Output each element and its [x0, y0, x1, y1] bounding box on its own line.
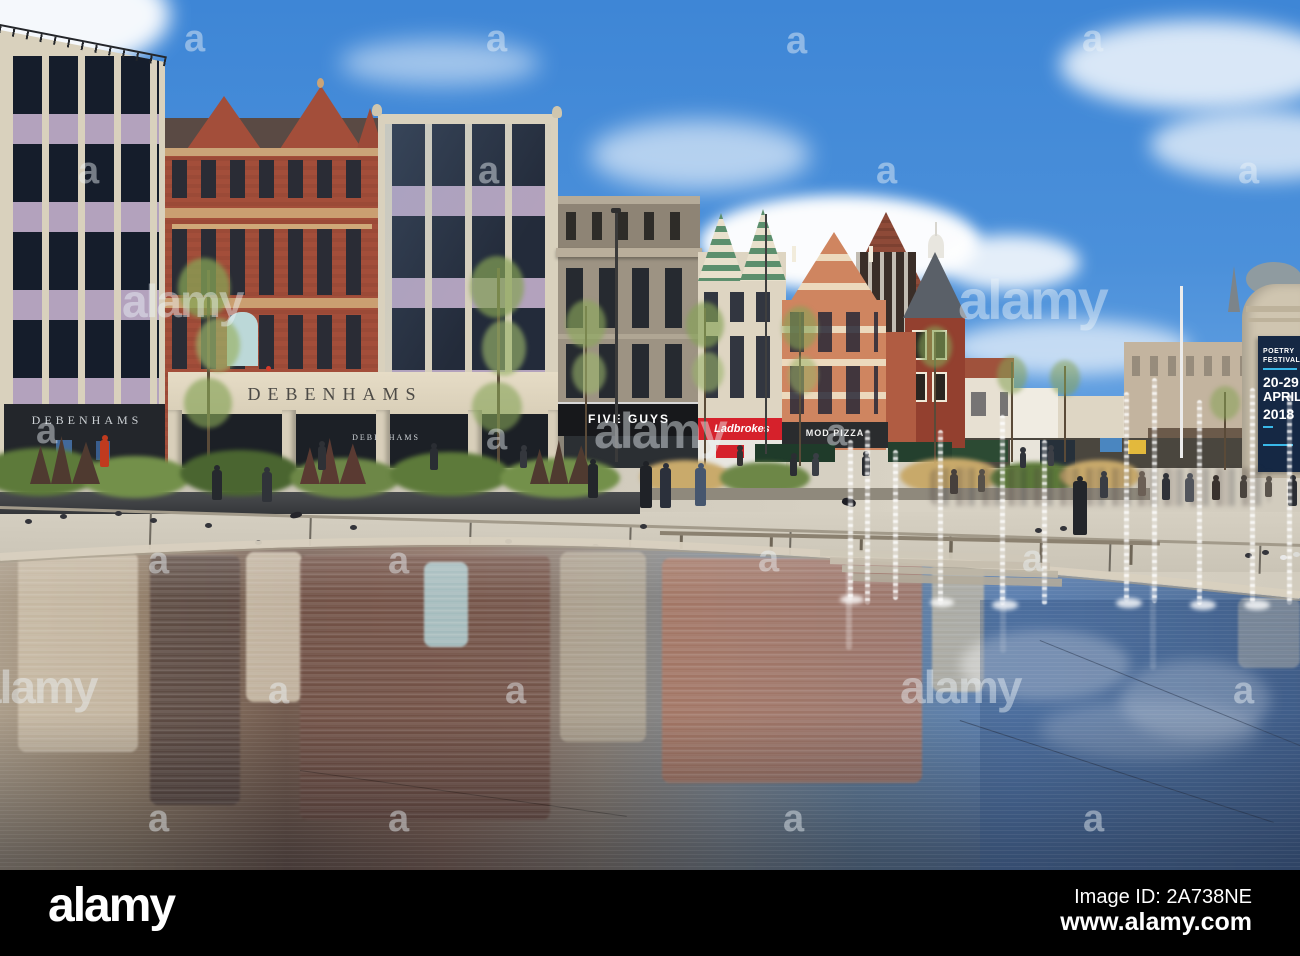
- watermark-a: a: [826, 412, 848, 454]
- jet-splash: [840, 595, 864, 604]
- stock-photo-canvas: DEBENHAMS DEBENHAMS DEBENHAMS FIVE GUYS: [0, 0, 1300, 956]
- fountain-jet: [1250, 388, 1255, 603]
- alamy-logo: alamy: [48, 879, 176, 932]
- fountain-jet: [1152, 378, 1157, 603]
- pool-curb: [0, 537, 1300, 601]
- watermark-a: a: [505, 670, 527, 712]
- fountain-jet: [938, 430, 943, 605]
- fountain-jet: [848, 440, 853, 600]
- fountain-jet: [1197, 400, 1202, 605]
- jet-splash: [1244, 600, 1270, 610]
- fountain-jet: [865, 430, 870, 605]
- jet-splash: [1116, 598, 1142, 608]
- fountain-jet: [1042, 440, 1047, 605]
- footer-image-id: Image ID: 2A738NE: [1074, 886, 1252, 908]
- watermark-a: a: [876, 150, 898, 192]
- watermark-a: a: [783, 798, 805, 840]
- watermark-a: a: [148, 798, 170, 840]
- watermark-a: a: [1022, 538, 1044, 580]
- fountain-jet: [1000, 415, 1005, 605]
- fountain-jet: [1124, 392, 1129, 602]
- watermark-a: a: [36, 410, 58, 452]
- watermark-a: a: [486, 18, 508, 60]
- watermark-a: a: [1233, 670, 1255, 712]
- watermark-alamy: alamy: [900, 661, 1022, 713]
- watermark-alamy: alamy: [0, 661, 98, 713]
- jet-splash: [1190, 600, 1216, 610]
- jet-splash: [992, 600, 1018, 610]
- watermark-a: a: [478, 150, 500, 192]
- jet-splash: [930, 598, 954, 607]
- footer-url: www.alamy.com: [1060, 908, 1252, 936]
- watermark-a: a: [1238, 150, 1260, 192]
- watermark-a: a: [148, 540, 170, 582]
- watermark-alamy: alamy: [594, 403, 728, 459]
- watermark-a: a: [1082, 18, 1104, 60]
- watermark-a: a: [184, 18, 206, 60]
- fountain-jet: [893, 450, 898, 600]
- watermark-a: a: [388, 540, 410, 582]
- watermark-a: a: [388, 798, 410, 840]
- watermark-a: a: [486, 416, 508, 458]
- fountain-jet: [1287, 395, 1292, 605]
- watermark-a: a: [786, 20, 808, 62]
- watermark-alamy: alamy: [958, 268, 1109, 331]
- watermark-a: a: [268, 670, 290, 712]
- watermark-a: a: [1083, 798, 1105, 840]
- watermark-a: a: [758, 538, 780, 580]
- watermark-a: a: [78, 150, 100, 192]
- watermark-alamy: alamy: [122, 275, 244, 327]
